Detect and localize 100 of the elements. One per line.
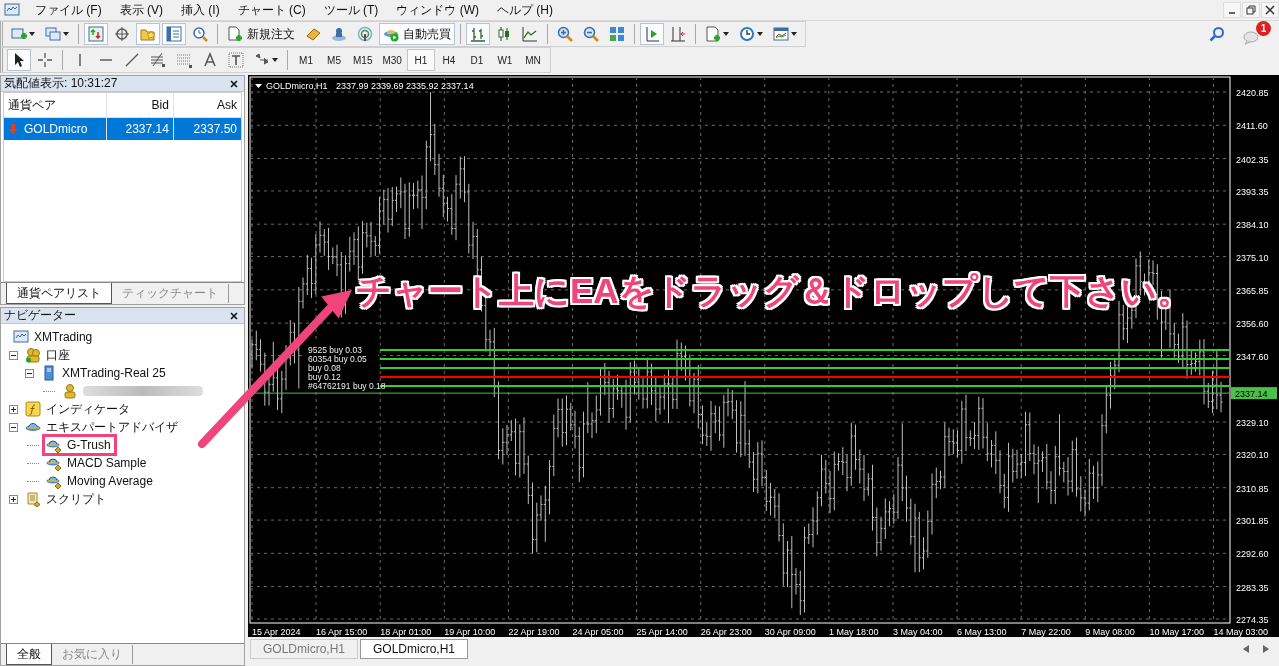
time-label: 7 May 22:00: [1021, 627, 1071, 637]
price-label: 2292.60: [1236, 549, 1269, 560]
server-icon: [41, 365, 57, 381]
zoom-out-icon: [583, 26, 599, 42]
price-label: 2329.10: [1236, 418, 1269, 429]
time-label: 24 Apr 05:00: [572, 627, 624, 637]
line-chart-icon: [522, 26, 538, 42]
terminal-button[interactable]: [162, 23, 186, 45]
menu-item[interactable]: ツール (T): [314, 1, 388, 19]
tree-item[interactable]: 口座: [46, 346, 70, 364]
expand-toggle-icon[interactable]: [25, 368, 34, 378]
panel-tab[interactable]: 全般: [6, 644, 52, 665]
expand-toggle-icon[interactable]: [9, 350, 18, 360]
symbol-row[interactable]: GOLDmicro 2337.14 2337.50: [4, 118, 241, 140]
new-order-button[interactable]: 新規注文: [223, 23, 299, 45]
fibo-icon: [150, 52, 166, 68]
signals-icon: [357, 26, 373, 42]
caret-icon: [723, 32, 729, 36]
candle-chart-icon: [496, 26, 512, 42]
metaeditor-icon: [305, 26, 321, 42]
tree-item[interactable]: Moving Average: [67, 474, 153, 488]
bar-chart-icon: [470, 26, 486, 42]
minimize-icon[interactable]: [1223, 2, 1241, 18]
tree-item[interactable]: G-Trush: [67, 438, 111, 452]
chat-icon[interactable]: [1243, 29, 1259, 45]
tree-item[interactable]: XMTrading-Real 25: [62, 366, 166, 380]
scroll-left-icon[interactable]: [1243, 645, 1249, 653]
order-label: buy 0.12: [308, 372, 341, 382]
caret-icon: [29, 32, 35, 36]
chart-shift-icon: [670, 26, 686, 42]
timeframe-button[interactable]: H1: [406, 49, 435, 71]
timeframe-button[interactable]: M15: [348, 49, 378, 71]
symbol-name: GOLDmicro: [24, 122, 88, 136]
trendline-icon: [124, 52, 140, 68]
price-label: 2375.10: [1236, 252, 1269, 263]
expand-toggle-icon[interactable]: [9, 404, 18, 414]
timeframe-button[interactable]: H4: [434, 49, 463, 71]
data-window-icon: [114, 26, 130, 42]
menu-item[interactable]: ファイル (F): [26, 1, 111, 19]
indicators-icon: [705, 26, 721, 42]
time-label: 22 Apr 19:00: [508, 627, 560, 637]
time-label: 10 May 17:00: [1149, 627, 1204, 637]
time-label: 30 Apr 09:00: [764, 627, 816, 637]
expand-toggle-icon[interactable]: [9, 494, 18, 504]
close-icon[interactable]: [230, 311, 238, 320]
expand-toggle-icon[interactable]: [9, 422, 18, 432]
new-order-icon: [227, 26, 243, 42]
restore-icon[interactable]: [1242, 2, 1260, 18]
price-label: 2274.35: [1236, 615, 1269, 625]
chart-tab[interactable]: GOLDmicro,H1: [250, 639, 358, 659]
zoom-in-icon: [557, 26, 573, 42]
scroll-right-icon[interactable]: [1263, 645, 1269, 653]
column-header[interactable]: 通貨ペア: [4, 93, 107, 117]
menu-item[interactable]: 挿入 (I): [172, 1, 229, 19]
search-icon[interactable]: [1209, 26, 1225, 42]
tree-item[interactable]: XMTrading: [34, 330, 93, 344]
expert-icon: [46, 437, 62, 453]
tree-item[interactable]: インディケータ: [46, 400, 130, 418]
tree-item[interactable]: エキスパートアドバイザ: [46, 418, 178, 436]
timeframe-button[interactable]: D1: [462, 49, 491, 71]
periods-icon: [739, 26, 755, 42]
auto-trading-button[interactable]: 自動売買: [379, 23, 455, 45]
close-icon[interactable]: [230, 79, 238, 88]
time-label: 6 May 13:00: [957, 627, 1007, 637]
order-label: buy 0.08: [308, 363, 341, 373]
autoscroll-button[interactable]: [640, 23, 664, 45]
new-chart-icon: [11, 26, 27, 42]
chart-tab[interactable]: GOLDmicro,H1: [360, 639, 469, 659]
panel-title: 気配値表示: 10:31:27: [4, 75, 118, 92]
bar-chart-button[interactable]: [466, 23, 490, 45]
timeframe-button[interactable]: M5: [320, 49, 348, 71]
column-header[interactable]: Ask: [173, 93, 241, 117]
timeframe-button[interactable]: MN: [518, 49, 547, 71]
chart-symbol: GOLDmicro,H1: [266, 81, 328, 91]
time-label: 3 May 04:00: [893, 627, 943, 637]
price-label: 2283.35: [1236, 582, 1269, 593]
tester-icon: [192, 26, 208, 42]
market-watch-button[interactable]: [84, 23, 108, 45]
price-label: 2301.85: [1236, 516, 1269, 527]
button-label: 自動売買: [403, 25, 451, 43]
expert-icon: [46, 455, 62, 471]
panel-title: ナビゲーター: [4, 307, 76, 324]
timeframe-button[interactable]: W1: [490, 49, 519, 71]
time-label: 1 May 18:00: [828, 627, 879, 637]
timeframe-button[interactable]: M30: [377, 49, 407, 71]
accounts-icon: [25, 347, 41, 363]
tree-item[interactable]: スクリプト: [46, 490, 106, 508]
column-header[interactable]: Bid: [106, 93, 174, 117]
menu-item[interactable]: ウィンドウ (W): [387, 1, 488, 19]
symbol-menu-icon[interactable]: [255, 84, 262, 88]
menu-item[interactable]: 表示 (V): [110, 1, 172, 19]
menu-item[interactable]: ヘルプ (H): [488, 1, 562, 19]
caret-icon: [63, 32, 69, 36]
price-label: 2420.85: [1236, 88, 1269, 98]
cursor-button[interactable]: [7, 49, 31, 71]
tile-icon: [609, 26, 625, 42]
menu-item[interactable]: チャート (C): [228, 1, 315, 19]
timeframe-button[interactable]: M1: [292, 49, 320, 71]
panel-tab[interactable]: 通貨ペアリスト: [6, 283, 112, 304]
tree-item[interactable]: MACD Sample: [67, 456, 147, 470]
